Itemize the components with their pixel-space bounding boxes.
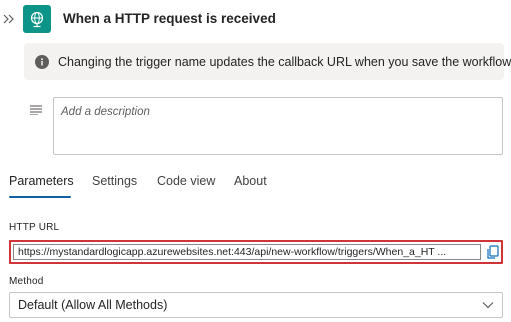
http-url-highlight: https://mystandardlogicapp.azurewebsites… xyxy=(9,240,503,264)
copy-url-button[interactable] xyxy=(484,243,502,261)
http-url-label: HTTP URL xyxy=(9,222,60,233)
info-icon xyxy=(35,54,49,69)
lines-icon xyxy=(29,102,43,120)
tab-settings[interactable]: Settings xyxy=(92,174,137,188)
globe-request-icon xyxy=(23,5,51,33)
tab-about[interactable]: About xyxy=(234,174,267,188)
collapse-panel-button[interactable] xyxy=(2,10,16,28)
description-input[interactable] xyxy=(54,98,502,154)
tab-list: Parameters Settings Code view About xyxy=(0,170,511,200)
http-url-field[interactable]: https://mystandardlogicapp.azurewebsites… xyxy=(13,244,481,260)
trigger-title[interactable]: When a HTTP request is received xyxy=(63,11,276,26)
description-field[interactable] xyxy=(53,97,503,155)
method-selected-value: Default (Allow All Methods) xyxy=(18,298,168,312)
info-message-bar: Changing the trigger name updates the ca… xyxy=(24,43,511,80)
tab-parameters[interactable]: Parameters xyxy=(9,174,74,188)
chevron-down-icon xyxy=(482,302,494,309)
info-message-text: Changing the trigger name updates the ca… xyxy=(58,54,511,69)
method-label: Method xyxy=(9,276,44,287)
double-chevron-right-icon xyxy=(3,14,14,24)
tab-code-view[interactable]: Code view xyxy=(157,174,215,188)
active-tab-indicator xyxy=(9,196,71,198)
method-dropdown[interactable]: Default (Allow All Methods) xyxy=(9,292,503,318)
http-url-value: https://mystandardlogicapp.azurewebsites… xyxy=(18,246,447,258)
copy-icon xyxy=(487,244,499,259)
